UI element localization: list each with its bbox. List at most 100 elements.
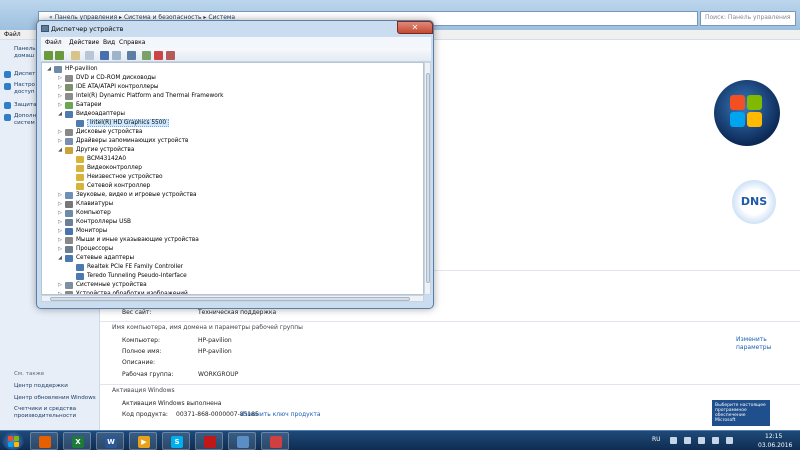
tree-item[interactable]: ▷ Системные устройства <box>42 281 423 290</box>
volume-tray-icon[interactable] <box>698 437 705 444</box>
sidebar-link-protection[interactable]: Защита <box>14 102 37 109</box>
sidebar-link-advanced[interactable]: Дополн систем <box>14 113 36 127</box>
expand-arrow-icon[interactable]: ▷ <box>57 228 63 234</box>
tree-item[interactable]: ▷ Процессоры <box>42 245 423 254</box>
menu-help[interactable]: Справка <box>119 39 145 46</box>
collapse-arrow-icon[interactable]: ◢ <box>46 66 52 72</box>
sidebar-link-remote[interactable]: Настро доступ <box>14 82 35 96</box>
link-windows-update[interactable]: Центр обновления Windows <box>14 395 96 401</box>
tree-item[interactable]: Неизвестное устройство <box>42 173 423 182</box>
start-button[interactable] <box>2 432 24 450</box>
tree-item-label: Intel(R) Dynamic Platform and Thermal Fr… <box>76 93 224 99</box>
collapse-arrow-icon[interactable]: ◢ <box>57 147 63 153</box>
taskbar-media-player-button[interactable]: ▶ <box>129 432 157 450</box>
expand-arrow-icon[interactable]: ▷ <box>57 129 63 135</box>
menu-action[interactable]: Действие <box>69 39 99 46</box>
expand-arrow-icon[interactable]: ▷ <box>57 219 63 225</box>
taskbar-firefox-button[interactable] <box>30 432 58 450</box>
network-tray-icon[interactable] <box>684 437 691 444</box>
expand-arrow-icon[interactable]: ▷ <box>57 237 63 243</box>
taskbar-skype-button[interactable]: S <box>162 432 190 450</box>
expand-arrow-icon[interactable]: ▷ <box>57 138 63 144</box>
tree-item[interactable]: ▷ Звуковые, видео и игровые устройства <box>42 191 423 200</box>
taskbar-word-button[interactable]: W <box>96 432 124 450</box>
expand-arrow-icon[interactable]: ▷ <box>57 84 63 90</box>
taskbar-remote-desktop-button[interactable] <box>228 432 256 450</box>
expand-arrow-icon[interactable]: ▷ <box>57 75 63 81</box>
link-action-center[interactable]: Центр поддержки <box>14 383 68 389</box>
expand-arrow-icon[interactable]: ▷ <box>57 192 63 198</box>
scrollbar-thumb[interactable] <box>426 73 430 283</box>
menu-file[interactable]: Файл <box>45 39 62 46</box>
tree-item[interactable]: ▷ Клавиатуры <box>42 200 423 209</box>
search-input[interactable]: Поиск: Панель управления <box>700 11 796 26</box>
system-icon <box>65 282 73 289</box>
shield-icon <box>4 83 11 90</box>
tree-item[interactable]: ◢ Сетевые адаптеры <box>42 254 423 263</box>
sidebar-link-home[interactable]: Панель домаш <box>14 46 36 60</box>
menu-view[interactable]: Вид <box>103 39 115 46</box>
properties-icon[interactable] <box>85 51 94 60</box>
change-settings-link[interactable]: Изменить параметры <box>736 336 786 352</box>
expand-arrow-icon[interactable]: ▷ <box>57 210 63 216</box>
tree-item[interactable]: ▷ DVD и CD-ROM дисководы <box>42 74 423 83</box>
battery-tray-icon[interactable] <box>726 437 733 444</box>
scrollbar-thumb[interactable] <box>50 297 410 301</box>
genuine-microsoft-badge[interactable]: Выберите настоящее программное обеспечен… <box>712 400 770 426</box>
menu-file[interactable]: Файл <box>4 31 21 38</box>
uninstall-icon[interactable] <box>154 51 163 60</box>
expand-arrow-icon[interactable]: ▷ <box>57 282 63 288</box>
view-icon[interactable] <box>112 51 121 60</box>
expand-arrow-icon[interactable]: ▷ <box>57 246 63 252</box>
change-product-key-link[interactable]: Изменить ключ продукта <box>240 411 321 418</box>
flag-tray-icon[interactable] <box>712 437 719 444</box>
expand-arrow-icon[interactable]: ▷ <box>57 201 63 207</box>
tree-item[interactable]: ▷ Дисковые устройства <box>42 128 423 137</box>
tree-item[interactable]: ▷ Мониторы <box>42 227 423 236</box>
tree-item[interactable]: ◢ Видеоадаптеры <box>42 110 423 119</box>
taskbar-device-manager-button[interactable] <box>261 432 289 450</box>
windows-logo <box>714 80 780 146</box>
tree-item[interactable]: ◢ Другие устройства <box>42 146 423 155</box>
tree-item[interactable]: ▷ Intel(R) Dynamic Platform and Thermal F… <box>42 92 423 101</box>
device-tree[interactable]: ◢ HP-pavilion ▷ DVD и CD-ROM дисководы ▷ IDE … <box>41 62 424 295</box>
tree-item[interactable]: ▷ Батареи <box>42 101 423 110</box>
clock-date[interactable]: 03.06.2016 <box>758 442 792 449</box>
tree-item[interactable]: Видеоконтроллер <box>42 164 423 173</box>
tree-item[interactable]: BCM43142A0 <box>42 155 423 164</box>
link-performance[interactable]: Счетчики и средства производительности <box>14 406 98 420</box>
tree-item[interactable]: Intel(R) HD Graphics 5500 <box>42 119 423 128</box>
update-driver-icon[interactable] <box>142 51 151 60</box>
collapse-arrow-icon[interactable]: ◢ <box>57 255 63 261</box>
disable-icon[interactable] <box>166 51 175 60</box>
language-indicator[interactable]: RU <box>652 436 661 443</box>
computer-icon <box>65 210 73 217</box>
tree-item[interactable]: Teredo Tunneling Pseudo-Interface <box>42 272 423 281</box>
tray-chevron-icon[interactable] <box>670 437 677 444</box>
tree-item[interactable]: Realtek PCIe FE Family Controller <box>42 263 423 272</box>
collapse-arrow-icon[interactable]: ◢ <box>57 111 63 117</box>
horizontal-scrollbar[interactable] <box>41 295 424 302</box>
vertical-scrollbar[interactable] <box>424 62 431 295</box>
taskbar-excel-button[interactable]: X <box>63 432 91 450</box>
forward-arrow-icon[interactable] <box>55 51 64 60</box>
tree-item[interactable]: ▷ IDE ATA/ATAPI контроллеры <box>42 83 423 92</box>
tree-item[interactable]: ▷ Драйверы запоминающих устройств <box>42 137 423 146</box>
tree-item[interactable]: ◢ HP-pavilion <box>42 65 423 74</box>
scan-hardware-icon[interactable] <box>127 51 136 60</box>
clock-time[interactable]: 12:15 <box>765 433 782 440</box>
expand-arrow-icon[interactable]: ▷ <box>57 102 63 108</box>
show-hide-tree-icon[interactable] <box>71 51 80 60</box>
taskbar-anvir-button[interactable] <box>195 432 223 450</box>
tree-item[interactable]: ▷ Компьютер <box>42 209 423 218</box>
tree-item-label: Другие устройства <box>76 147 135 153</box>
tree-item-label: IDE ATA/ATAPI контроллеры <box>76 84 159 90</box>
tree-item[interactable]: ▷ Контроллеры USB <box>42 218 423 227</box>
expand-arrow-icon[interactable]: ▷ <box>57 93 63 99</box>
tree-item[interactable]: ▷ Мыши и иные указывающие устройства <box>42 236 423 245</box>
help-icon[interactable] <box>100 51 109 60</box>
tree-item[interactable]: Сетевой контроллер <box>42 182 423 191</box>
tree-item-label: Батареи <box>76 102 102 108</box>
close-button[interactable]: ✕ <box>397 21 433 34</box>
back-arrow-icon[interactable] <box>44 51 53 60</box>
